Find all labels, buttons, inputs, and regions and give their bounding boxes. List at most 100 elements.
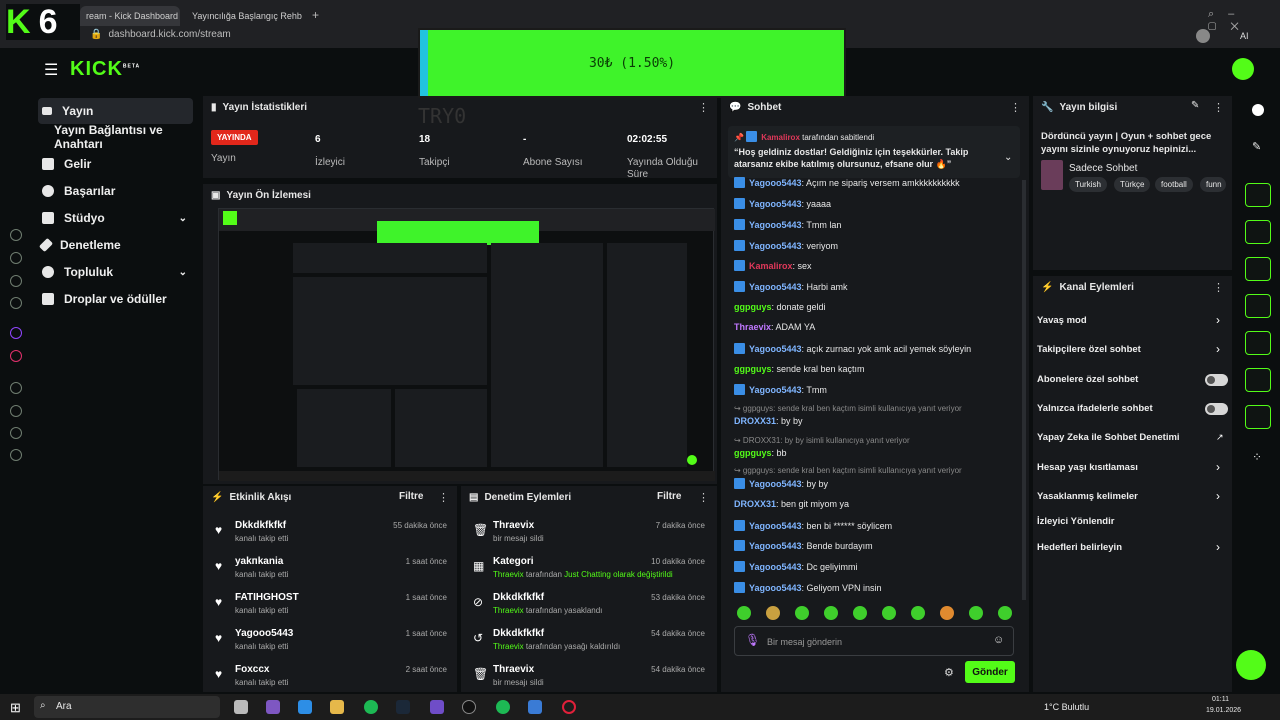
obs-icon[interactable] <box>462 700 476 714</box>
layout-button[interactable] <box>1245 368 1271 392</box>
chat-username[interactable]: Yagooo5443 <box>749 199 802 209</box>
sidebar-item-achievements[interactable]: Başarılar <box>38 178 193 204</box>
weather-widget[interactable]: 1°C Bulutlu <box>1044 702 1089 712</box>
browser-icon[interactable] <box>430 700 444 714</box>
twitch-icon[interactable] <box>10 327 22 339</box>
sidebar-item-community[interactable]: Topluluk ⌄ <box>38 259 193 285</box>
stream-preview-video[interactable] <box>218 208 715 481</box>
action-item[interactable]: Hedefleri belirleyin <box>1037 542 1122 553</box>
settings-icon[interactable] <box>10 449 22 461</box>
user-avatar[interactable] <box>1232 58 1254 80</box>
more-icon[interactable]: ⋮ <box>1010 101 1021 114</box>
menu-icon[interactable]: ☰ <box>44 60 58 80</box>
emoji-icon[interactable]: ☺ <box>993 634 1004 646</box>
action-item[interactable]: İzleyici Yönlendir <box>1037 516 1114 527</box>
action-item[interactable]: Yalnızca ifadelerle sohbet <box>1037 403 1153 414</box>
play-icon[interactable] <box>10 382 22 394</box>
chat-button[interactable] <box>1245 294 1271 318</box>
chat-username[interactable]: Yagooo5443 <box>749 220 802 230</box>
app2-icon[interactable] <box>528 700 542 714</box>
tag[interactable]: Turkish <box>1069 177 1107 192</box>
chat-username[interactable]: Yagooo5443 <box>749 562 802 572</box>
more-icon[interactable]: ⋮ <box>698 101 709 114</box>
action-item[interactable]: Yapay Zeka ile Sohbet Denetimi <box>1037 432 1180 443</box>
clock-icon[interactable] <box>10 405 22 417</box>
chevron-down-icon[interactable]: ⌄ <box>1004 152 1012 163</box>
action-item[interactable]: Yavaş mod <box>1037 315 1087 326</box>
gear-icon[interactable]: ⚙ <box>944 666 954 679</box>
more-icon[interactable]: ⋮ <box>698 491 709 504</box>
category-name[interactable]: Sadece Sohbet <box>1069 163 1137 174</box>
chevron-right-icon[interactable]: › <box>1216 313 1220 327</box>
kick-logo[interactable]: KICKBETA <box>70 58 140 81</box>
chat-username[interactable]: Yagooo5443 <box>749 385 802 395</box>
emote-4[interactable] <box>824 606 838 620</box>
sidebar-item-studio[interactable]: Stüdyo ⌄ <box>38 205 193 231</box>
layers-icon[interactable] <box>10 275 22 287</box>
action-item[interactable]: Yasaklanmış kelimeler <box>1037 491 1138 502</box>
puzzle-icon[interactable] <box>10 427 22 439</box>
instagram-icon[interactable] <box>10 350 22 362</box>
tag[interactable]: football <box>1155 177 1193 192</box>
chevron-right-icon[interactable]: › <box>1216 489 1220 503</box>
chevron-right-icon[interactable]: › <box>1216 342 1220 356</box>
filter-button[interactable]: Filtre <box>399 491 423 502</box>
spotify-icon[interactable] <box>364 700 378 714</box>
chat-username[interactable]: Yagooo5443 <box>749 344 802 354</box>
emote-2[interactable] <box>766 606 780 620</box>
sidebar-item-revenue[interactable]: Gelir <box>38 151 193 177</box>
tab-kick-dashboard[interactable]: ream - Kick Dashboard <box>80 6 180 26</box>
chat-scrollbar[interactable] <box>1022 180 1026 600</box>
chat-username[interactable]: ggpguys <box>734 364 772 374</box>
leaf-icon[interactable] <box>10 252 22 264</box>
bolt-button[interactable] <box>1245 220 1271 244</box>
external-link-icon[interactable]: ↗ <box>1216 432 1224 443</box>
chat-username[interactable]: Kamalirox <box>749 261 793 271</box>
emote-9[interactable] <box>969 606 983 620</box>
tab-guide[interactable]: Yayıncılığa Başlangıç Rehb <box>186 6 306 26</box>
steam-icon[interactable] <box>396 700 410 714</box>
app-icon[interactable] <box>496 700 510 714</box>
toggle-switch[interactable] <box>1205 403 1228 415</box>
document-button[interactable] <box>1245 257 1271 281</box>
info-icon[interactable] <box>1252 104 1264 116</box>
filter-button[interactable]: Filtre <box>657 491 681 502</box>
folder-icon[interactable] <box>330 700 344 714</box>
pinned-message[interactable]: 📌 Kamalirox tarafından sabitlendi “Hoş g… <box>728 126 1020 178</box>
action-item[interactable]: Takipçilere özel sohbet <box>1037 344 1141 355</box>
apps-icon[interactable]: ⁘ <box>1252 450 1262 464</box>
tag[interactable]: Türkçe <box>1114 177 1151 192</box>
new-tab-button[interactable]: + <box>312 8 319 22</box>
help-button[interactable] <box>1236 650 1266 680</box>
action-item[interactable]: Hesap yaşı kısıtlaması <box>1037 462 1138 473</box>
action-item[interactable]: Abonelere özel sohbet <box>1037 374 1138 385</box>
emote-5[interactable] <box>853 606 867 620</box>
taskbar-search[interactable]: Ara <box>34 696 220 718</box>
chat-username[interactable]: Yagooo5443 <box>749 282 802 292</box>
emote-3[interactable] <box>795 606 809 620</box>
chevron-right-icon[interactable]: › <box>1216 540 1220 554</box>
chat-username[interactable]: ggpguys <box>734 302 772 312</box>
send-button[interactable]: Gönder <box>965 661 1015 683</box>
more-icon[interactable]: ⋮ <box>1213 101 1224 114</box>
m-icon[interactable] <box>10 297 22 309</box>
toggle-switch[interactable] <box>1205 374 1228 386</box>
chat-username[interactable]: DROXX31 <box>734 416 776 426</box>
sidebar-item-stream-key[interactable]: Yayın Bağlantısı ve Anahtarı <box>50 123 205 151</box>
chat-username[interactable]: Thraevix <box>734 322 771 332</box>
emote-10[interactable] <box>998 606 1012 620</box>
emote-7[interactable] <box>911 606 925 620</box>
window-controls[interactable]: ⌕–▢✕ <box>1208 8 1280 34</box>
pencil-icon[interactable]: ✎ <box>1252 140 1261 153</box>
tag[interactable]: funn <box>1200 177 1226 192</box>
chat-username[interactable]: DROXX31 <box>734 499 776 509</box>
wrench-button[interactable] <box>1245 405 1271 429</box>
chat-input[interactable]: Bir mesaj gönderin <box>734 626 1014 656</box>
opera-icon[interactable] <box>562 700 576 714</box>
address-bar[interactable]: 🔒 dashboard.kick.com/stream <box>90 29 231 40</box>
emote-6[interactable] <box>882 606 896 620</box>
chat-username[interactable]: Yagooo5443 <box>749 241 802 251</box>
camera-button[interactable] <box>1245 183 1271 207</box>
edit-icon[interactable]: ✎ <box>1191 100 1199 111</box>
more-icon[interactable]: ⋮ <box>1213 281 1224 294</box>
